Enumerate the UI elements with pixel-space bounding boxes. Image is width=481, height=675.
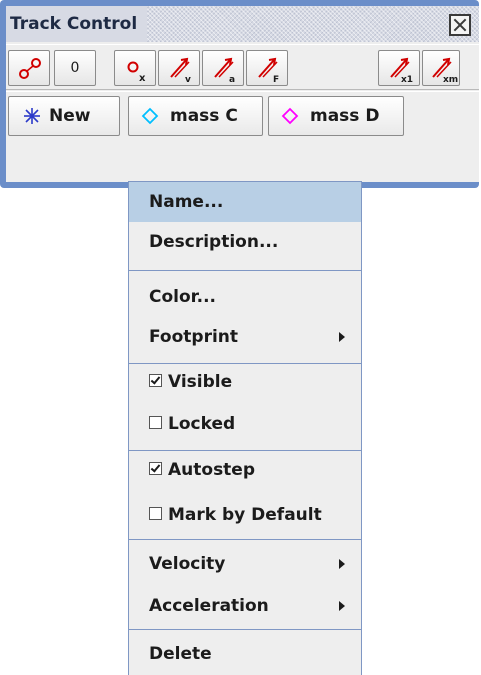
track-context-menu: Name... Description... Color... Footprin… (128, 181, 362, 675)
svg-text:x: x (139, 73, 146, 84)
title-bar[interactable]: Track Control (6, 6, 479, 42)
vector-sum-x1-button[interactable]: x1 (378, 50, 420, 86)
window-title: Track Control (6, 6, 148, 42)
menu-item-acceleration[interactable]: Acceleration (129, 586, 361, 626)
menu-item-autostep[interactable]: Autostep (129, 450, 361, 490)
diamond-icon (141, 107, 159, 125)
menu-item-color[interactable]: Color... (129, 277, 361, 317)
force-button[interactable]: F (246, 50, 288, 86)
vector-sum-x1-icon: x1 (390, 57, 413, 85)
acceleration-button[interactable]: a (202, 50, 244, 86)
menu-separator (129, 629, 361, 630)
menu-item-acceleration-label: Acceleration (149, 596, 269, 616)
track-mass-d[interactable]: mass D (268, 96, 404, 136)
counter-value: 0 (70, 60, 80, 76)
menu-item-locked[interactable]: Locked (129, 404, 361, 444)
diamond-icon (281, 107, 299, 125)
submenu-arrow-icon (339, 332, 345, 342)
menu-item-footprint[interactable]: Footprint (129, 317, 361, 357)
velocity-vector-icon: v (170, 57, 191, 85)
counter-button[interactable]: 0 (54, 50, 96, 86)
menu-separator (129, 539, 361, 540)
menu-item-autostep-label: Autostep (168, 460, 256, 480)
new-track-label: New (49, 106, 91, 126)
svg-text:a: a (229, 75, 235, 85)
vector-sum-xm-icon: xm (432, 57, 458, 85)
submenu-arrow-icon (339, 559, 345, 569)
vector-sum-xm-button[interactable]: xm (422, 50, 460, 86)
locked-checkbox-icon (149, 415, 162, 429)
menu-item-delete[interactable]: Delete (129, 634, 361, 674)
track-mass-c[interactable]: mass C (128, 96, 263, 136)
menu-item-mark-by-default[interactable]: Mark by Default (129, 495, 361, 535)
track-control-window: Track Control 0 x v a F x1 xm New mass C… (0, 0, 479, 188)
point-mass-button[interactable] (8, 50, 50, 86)
visible-checkbox-icon (149, 373, 162, 387)
mark-by-default-checkbox-icon (149, 506, 162, 520)
menu-item-locked-label: Locked (168, 414, 236, 434)
track-mass-d-label: mass D (310, 106, 380, 126)
center-of-mass-button[interactable]: x (114, 50, 156, 86)
svg-text:xm: xm (443, 75, 458, 85)
asterisk-icon (24, 108, 40, 124)
toolbar: 0 x v a F x1 xm (6, 44, 479, 90)
point-mass-icon (19, 58, 41, 79)
close-icon[interactable] (449, 14, 471, 36)
menu-item-mark-by-default-label: Mark by Default (168, 505, 322, 525)
menu-item-velocity-label: Velocity (149, 554, 226, 574)
menu-item-visible-label: Visible (168, 372, 233, 392)
menu-item-visible[interactable]: Visible (129, 362, 361, 402)
force-vector-icon: F (258, 57, 279, 85)
track-control-body: Track Control 0 x v a F x1 xm New mass C… (6, 6, 479, 182)
track-bar: New mass C mass D (6, 91, 479, 138)
velocity-button[interactable]: v (158, 50, 200, 86)
autostep-checkbox-icon (149, 461, 162, 475)
menu-item-name[interactable]: Name... (129, 182, 361, 222)
svg-text:F: F (273, 75, 279, 85)
center-of-mass-icon: x (127, 61, 146, 84)
menu-item-description[interactable]: Description... (129, 222, 361, 262)
menu-item-velocity[interactable]: Velocity (129, 544, 361, 584)
acceleration-vector-icon: a (214, 57, 235, 85)
submenu-arrow-icon (339, 601, 345, 611)
svg-text:v: v (185, 75, 191, 85)
menu-item-footprint-label: Footprint (149, 327, 239, 347)
menu-separator (129, 270, 361, 271)
new-track-button[interactable]: New (8, 96, 120, 136)
track-mass-c-label: mass C (170, 106, 238, 126)
svg-text:x1: x1 (401, 75, 413, 85)
